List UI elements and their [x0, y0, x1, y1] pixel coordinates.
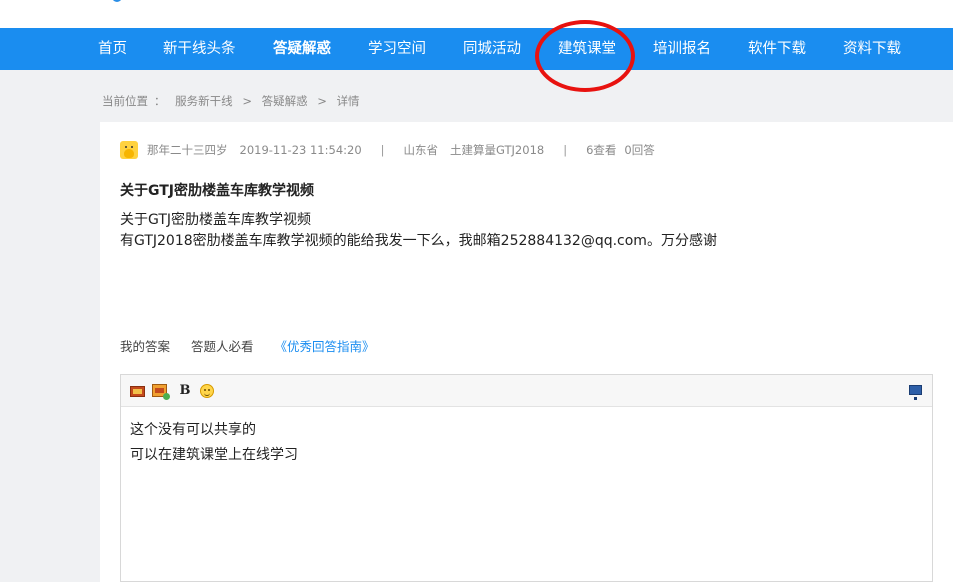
image-icon[interactable]: [130, 383, 146, 399]
nav-item-headlines[interactable]: 新干线头条: [163, 28, 236, 70]
answer-header: 我的答案 答题人必看 《优秀回答指南》: [120, 336, 392, 355]
top-header: [0, 0, 953, 28]
nav-item-home[interactable]: 首页: [98, 28, 127, 70]
editor-toolbar: B: [121, 375, 932, 407]
question-body: 关于GTJ密肋楼盖车库教学视频 有GTJ2018密肋楼盖车库教学视频的能给我发一…: [120, 210, 717, 252]
nav-item-resource-download[interactable]: 资料下载: [843, 28, 901, 70]
question-card: 那年二十三四岁 2019-11-23 11:54:20 | 山东省 土建算量GT…: [100, 122, 953, 582]
avatar[interactable]: [120, 141, 138, 159]
breadcrumb-link-qa[interactable]: 答疑解惑: [262, 94, 308, 108]
nav-item-study-space[interactable]: 学习空间: [368, 28, 426, 70]
logo-fragment: [112, 0, 122, 2]
answer-text-line: 可以在建筑课堂上在线学习: [130, 447, 298, 463]
answer-guide-link[interactable]: 《优秀回答指南》: [275, 339, 375, 354]
breadcrumb-separator: >: [242, 94, 252, 108]
breadcrumb-colon: ：: [154, 94, 166, 108]
breadcrumb-link-service[interactable]: 服务新干线: [175, 94, 233, 108]
breadcrumb: 当前位置 ： 服务新干线 > 答疑解惑 > 详情: [102, 93, 366, 109]
breadcrumb-separator: >: [317, 94, 327, 108]
nav-item-qa[interactable]: 答疑解惑: [273, 28, 331, 70]
post-datetime: 2019-11-23 11:54:20: [239, 143, 362, 157]
bold-icon[interactable]: B: [177, 383, 193, 399]
category[interactable]: 土建算量GTJ2018: [450, 142, 544, 158]
breadcrumb-label: 当前位置: [102, 94, 148, 108]
province: 山东省: [403, 143, 439, 157]
meta-divider: |: [380, 143, 385, 157]
emoji-icon[interactable]: [199, 383, 215, 399]
answer-count: 0回答: [624, 143, 655, 157]
nav-item-training[interactable]: 培训报名: [653, 28, 711, 70]
nav-item-local-events[interactable]: 同城活动: [463, 28, 521, 70]
view-count: 6查看: [586, 143, 617, 157]
author-name[interactable]: 那年二十三四岁: [147, 142, 228, 158]
question-body-line: 关于GTJ密肋楼盖车库教学视频: [120, 212, 312, 228]
meta-divider: |: [563, 143, 568, 157]
my-answer-label: 我的答案: [120, 339, 171, 354]
question-meta: 那年二十三四岁 2019-11-23 11:54:20 | 山东省 土建算量GT…: [120, 140, 655, 160]
answer-text-line: 这个没有可以共享的: [130, 422, 256, 438]
nav-item-building-class[interactable]: 建筑课堂: [558, 28, 616, 70]
image-upload-icon[interactable]: [152, 383, 170, 400]
nav-item-software-download[interactable]: 软件下载: [748, 28, 806, 70]
answer-editor: B 这个没有可以共享的 可以在建筑课堂上在线学习: [120, 374, 933, 582]
question-body-line: 有GTJ2018密肋楼盖车库教学视频的能给我发一下么，我邮箱252884132@…: [120, 233, 717, 249]
breadcrumb-current: 详情: [336, 94, 360, 108]
question-title: 关于GTJ密肋楼盖车库教学视频: [120, 183, 315, 199]
main-nav: 首页 新干线头条 答疑解惑 学习空间 同城活动 建筑课堂 培训报名 软件下载 资…: [0, 28, 953, 70]
must-read-label: 答题人必看: [191, 339, 254, 354]
answer-textarea[interactable]: 这个没有可以共享的 可以在建筑课堂上在线学习: [121, 407, 932, 479]
fullscreen-icon[interactable]: [908, 383, 924, 400]
